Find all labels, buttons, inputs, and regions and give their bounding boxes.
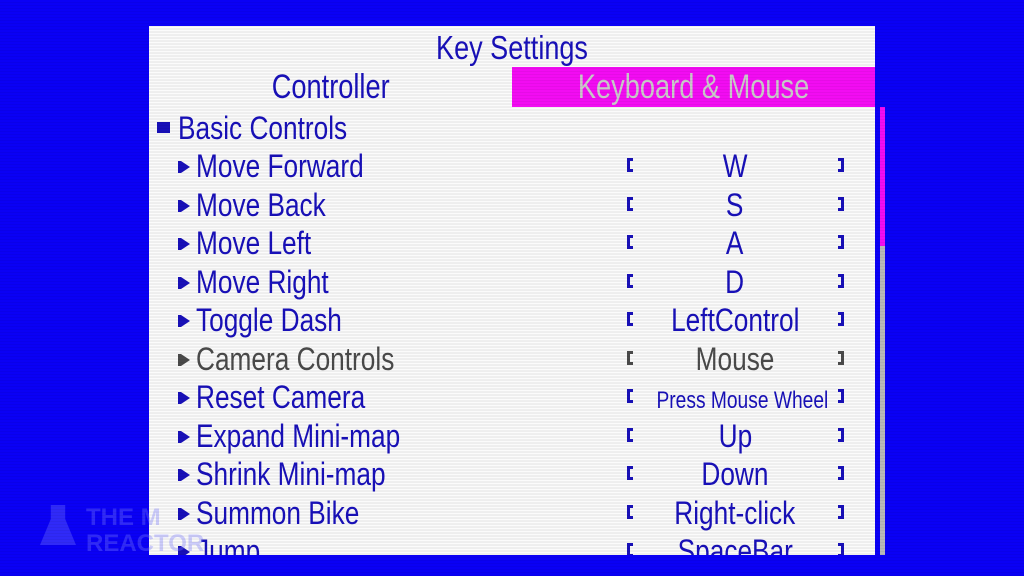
action-label: Expand Mini-map (196, 417, 401, 454)
row-arrow-icon (178, 507, 190, 520)
binding-row[interactable]: Reset Camera Press Mouse Wheel (149, 378, 875, 417)
action-label: Move Left (196, 225, 312, 261)
row-arrow-icon (178, 161, 190, 173)
bracket-right-icon (838, 427, 844, 442)
action-label: Reset Camera (196, 379, 366, 415)
bracket-left-icon (627, 350, 633, 365)
row-arrow-icon (178, 353, 190, 366)
key-binding-value[interactable]: Down (635, 455, 835, 493)
row-arrow-icon (178, 392, 190, 404)
action-label: Summon Bike (196, 494, 360, 531)
tab-keyboard-mouse-label: Keyboard & Mouse (577, 68, 810, 106)
action-label: Jump (196, 533, 261, 555)
binding-row[interactable]: Toggle Dash LeftControl (149, 301, 875, 340)
bracket-right-icon (838, 543, 844, 555)
action-label: Toggle Dash (196, 302, 342, 338)
bracket-right-icon (838, 235, 844, 249)
key-binding-value[interactable]: W (635, 147, 835, 185)
key-binding-value[interactable]: S (635, 186, 835, 224)
binding-row[interactable]: Move Forward W (149, 147, 875, 186)
binding-row[interactable]: Shrink Mini-map Down (149, 455, 875, 494)
flask-icon (40, 505, 76, 545)
bracket-right-icon (838, 466, 844, 480)
bracket-left-icon (627, 235, 633, 249)
key-label: Mouse (695, 340, 775, 377)
row-arrow-icon (178, 238, 190, 250)
bracket-left-icon (627, 196, 633, 211)
row-arrow-icon (178, 469, 190, 481)
key-binding-value[interactable]: Right-click (635, 494, 835, 532)
binding-row[interactable]: Summon Bike Right-click (149, 494, 875, 533)
key-label: W (722, 148, 748, 184)
action-label: Move Back (196, 186, 326, 223)
key-binding-value[interactable]: LeftControl (635, 301, 835, 339)
screen-title: Key Settings (436, 29, 588, 66)
bracket-right-icon (838, 196, 844, 211)
bracket-left-icon (627, 389, 633, 403)
bracket-left-icon (627, 466, 633, 480)
bracket-left-icon (627, 543, 633, 555)
bracket-right-icon (838, 312, 844, 326)
key-settings-panel: Key Settings Controller Keyboard & Mouse… (149, 26, 875, 555)
section-square-icon (157, 122, 170, 134)
scrollbar[interactable] (880, 107, 885, 555)
key-label: Down (701, 456, 769, 492)
binding-row[interactable]: Camera Controls Mouse (149, 340, 875, 379)
binding-row[interactable]: Jump SpaceBar (149, 532, 875, 555)
action-label: Move Forward (196, 148, 364, 184)
bracket-right-icon (838, 389, 844, 403)
action-label: Move Right (196, 263, 329, 300)
section-basic-controls[interactable]: Basic Controls (157, 109, 384, 147)
binding-row[interactable]: Move Right D (149, 263, 875, 302)
key-binding-value[interactable]: D (635, 263, 835, 301)
key-binding-value[interactable]: A (635, 224, 835, 262)
key-label: S (726, 186, 744, 223)
tab-keyboard-mouse[interactable]: Keyboard & Mouse (512, 67, 875, 107)
key-label: Up (718, 417, 752, 454)
tab-controller[interactable]: Controller (149, 67, 512, 107)
bindings-list: Move Forward W Move Back S Move Left A Move Ri… (149, 147, 875, 555)
row-arrow-icon (178, 276, 190, 289)
bracket-left-icon (627, 312, 633, 326)
key-binding-value[interactable]: SpaceBar (635, 532, 835, 555)
key-label: D (725, 263, 745, 300)
key-binding-value[interactable]: Up (635, 417, 835, 455)
bracket-left-icon (627, 273, 633, 288)
key-label: A (726, 225, 744, 261)
key-binding-value[interactable]: Press Mouse Wheel (635, 378, 835, 420)
bracket-right-icon (838, 158, 844, 172)
binding-row[interactable]: Move Left A (149, 224, 875, 263)
binding-row[interactable]: Move Back S (149, 186, 875, 225)
bracket-left-icon (627, 504, 633, 519)
tab-controller-label: Controller (271, 68, 390, 106)
row-arrow-icon (178, 546, 190, 555)
action-label: Camera Controls (196, 340, 395, 377)
key-label: Right-click (674, 494, 796, 531)
bracket-right-icon (838, 504, 844, 519)
section-label: Basic Controls (178, 110, 348, 146)
key-label: Press Mouse Wheel (656, 387, 829, 414)
bracket-left-icon (627, 158, 633, 172)
row-arrow-icon (178, 315, 190, 327)
binding-row[interactable]: Expand Mini-map Up (149, 417, 875, 456)
key-binding-value[interactable]: Mouse (635, 340, 835, 378)
bracket-right-icon (838, 273, 844, 288)
bracket-right-icon (838, 350, 844, 365)
key-label: LeftControl (670, 302, 800, 338)
key-label: SpaceBar (677, 533, 793, 555)
row-arrow-icon (178, 430, 190, 443)
bracket-left-icon (627, 427, 633, 442)
scrollbar-thumb[interactable] (880, 107, 885, 246)
action-label: Shrink Mini-map (196, 456, 386, 492)
row-arrow-icon (178, 199, 190, 212)
